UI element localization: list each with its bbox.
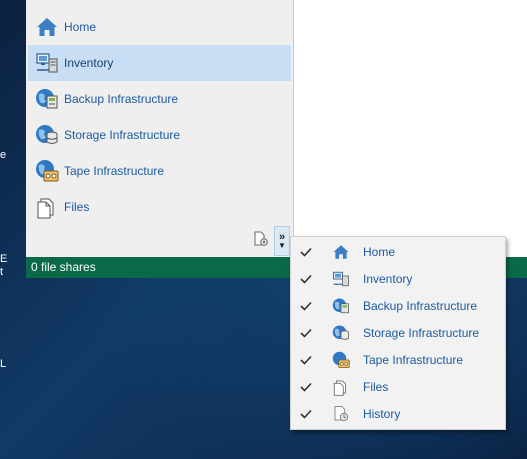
navigation-panel: Home Inventory Backup Infrastructure Sto… bbox=[26, 0, 294, 257]
menu-item-label: Files bbox=[363, 379, 389, 394]
inventory-icon bbox=[35, 51, 59, 75]
nav-item-label: Inventory bbox=[64, 56, 114, 70]
home-icon bbox=[331, 242, 351, 262]
menu-item-backup-infrastructure[interactable]: Backup Infrastructure bbox=[291, 292, 503, 319]
checkmark-icon bbox=[299, 355, 313, 365]
history-icon bbox=[331, 404, 351, 424]
files-icon bbox=[331, 377, 351, 397]
navigation-buttons-menu: Home Inventory Backup Infrastructure Sto… bbox=[290, 236, 506, 430]
nav-item-label: Backup Infrastructure bbox=[64, 92, 179, 106]
caret-down-icon: ▼ bbox=[278, 241, 286, 250]
configure-buttons-icon[interactable] bbox=[252, 230, 270, 248]
nav-item-label: Tape Infrastructure bbox=[64, 164, 165, 178]
content-area bbox=[294, 0, 527, 257]
nav-item-label: Home bbox=[64, 20, 97, 34]
inventory-icon bbox=[331, 269, 351, 289]
backup-infrastructure-icon bbox=[35, 87, 59, 111]
checkmark-icon bbox=[299, 382, 313, 392]
desktop-text-fragment: e bbox=[0, 149, 7, 161]
menu-item-label: Inventory bbox=[363, 271, 413, 286]
desktop-text-fragment: E bbox=[0, 253, 8, 265]
nav-item-label: Storage Infrastructure bbox=[64, 128, 181, 142]
more-buttons-button[interactable]: » ▼ bbox=[274, 226, 290, 256]
home-icon bbox=[35, 15, 59, 39]
checkmark-icon bbox=[299, 247, 313, 257]
menu-item-home[interactable]: Home bbox=[291, 238, 503, 265]
checkmark-icon bbox=[299, 328, 313, 338]
nav-item-label: Files bbox=[64, 200, 90, 214]
nav-item-home[interactable]: Home bbox=[28, 9, 291, 45]
tape-infrastructure-icon bbox=[35, 159, 59, 183]
nav-item-backup-infrastructure[interactable]: Backup Infrastructure bbox=[28, 81, 291, 117]
nav-item-inventory[interactable]: Inventory bbox=[28, 45, 291, 81]
menu-item-tape-infrastructure[interactable]: Tape Infrastructure bbox=[291, 346, 503, 373]
menu-item-storage-infrastructure[interactable]: Storage Infrastructure bbox=[291, 319, 503, 346]
status-text: 0 file shares bbox=[31, 260, 96, 274]
menu-item-history[interactable]: History bbox=[291, 400, 503, 427]
checkmark-icon bbox=[299, 301, 313, 311]
checkmark-icon bbox=[299, 409, 313, 419]
menu-item-label: Tape Infrastructure bbox=[363, 352, 464, 367]
tape-infrastructure-icon bbox=[331, 350, 351, 370]
menu-item-inventory[interactable]: Inventory bbox=[291, 265, 503, 292]
nav-item-files[interactable]: Files bbox=[28, 189, 291, 225]
checkmark-icon bbox=[299, 274, 313, 284]
nav-item-storage-infrastructure[interactable]: Storage Infrastructure bbox=[28, 117, 291, 153]
menu-item-files[interactable]: Files bbox=[291, 373, 503, 400]
menu-item-label: Storage Infrastructure bbox=[363, 325, 480, 340]
storage-infrastructure-icon bbox=[331, 323, 351, 343]
menu-item-label: History bbox=[363, 406, 401, 421]
desktop-text-fragment: t bbox=[0, 266, 4, 278]
nav-item-tape-infrastructure[interactable]: Tape Infrastructure bbox=[28, 153, 291, 189]
files-icon bbox=[35, 195, 59, 219]
storage-infrastructure-icon bbox=[35, 123, 59, 147]
backup-infrastructure-icon bbox=[331, 296, 351, 316]
desktop-text-fragment: L bbox=[0, 358, 7, 370]
menu-item-label: Home bbox=[363, 244, 396, 259]
menu-item-label: Backup Infrastructure bbox=[363, 298, 478, 313]
